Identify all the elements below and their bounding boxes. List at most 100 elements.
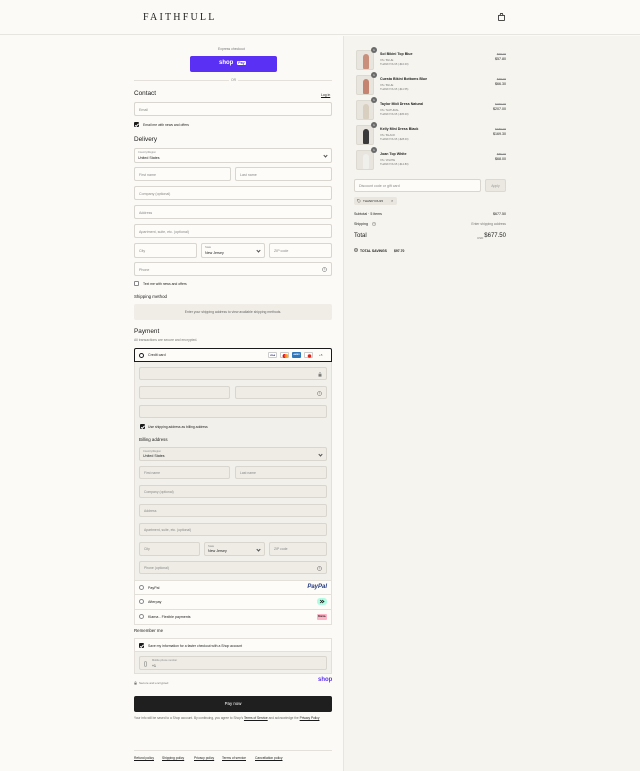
billing-apartment-field[interactable]: Apartment, suite, etc. (optional)	[139, 523, 327, 536]
pay-now-button[interactable]: Pay now	[134, 696, 332, 712]
first-name-field[interactable]: First name	[134, 167, 231, 181]
quantity-badge: 1	[371, 97, 377, 103]
svg-text:?: ?	[324, 268, 326, 272]
product-image	[356, 100, 374, 120]
apply-button[interactable]: Apply	[485, 179, 506, 192]
klarna-option[interactable]: Klarna - Flexible payments Klarna.	[134, 610, 332, 625]
billing-state-label: State	[208, 544, 215, 548]
shop-logo: shop	[318, 677, 333, 683]
newsletter-checkbox[interactable]	[134, 122, 139, 127]
item-variant: XS / BLUE	[380, 58, 394, 62]
remove-discount-icon[interactable]: ×	[391, 198, 393, 203]
save-info-option[interactable]: Save my information for a faster checkou…	[134, 638, 332, 652]
state-select[interactable]: State New Jersey	[201, 243, 265, 258]
state-value: New Jersey	[205, 250, 224, 255]
paypal-radio[interactable]	[139, 585, 144, 590]
express-checkout-label: Express checkout	[218, 47, 245, 51]
billing-phone-field[interactable]: Phone (optional) ?	[139, 561, 327, 574]
refund-policy-link[interactable]: Refund policy	[134, 756, 154, 760]
country-label: Country/Region	[138, 150, 157, 154]
address-field[interactable]: Address	[134, 205, 332, 219]
email-field[interactable]: Email	[134, 102, 332, 116]
quantity-badge: 1	[371, 72, 377, 78]
paypal-logo: PayPal	[307, 584, 327, 590]
zip-field[interactable]: ZIP code	[269, 243, 332, 258]
name-on-card-field[interactable]	[139, 405, 327, 418]
savings-label: TOTAL SAVINGS	[360, 248, 387, 253]
item-discount: THANKYOU15 (-$12.80)	[380, 163, 409, 166]
item-discount: THANKYOU15 (-$11.55)	[380, 88, 409, 91]
billing-city-field[interactable]: City	[139, 542, 200, 556]
secure-text: Secure and encrypted	[139, 681, 169, 685]
city-field[interactable]: City	[134, 243, 197, 258]
shopping-bag-icon[interactable]	[498, 13, 505, 21]
billing-zip-field[interactable]: ZIP code	[269, 542, 327, 556]
company-field[interactable]: Company (optional)	[134, 186, 332, 200]
paypal-option[interactable]: PayPal PayPal	[134, 580, 332, 595]
shop-pay-badge: Pay	[237, 61, 246, 65]
billing-state-value: New Jersey	[208, 549, 227, 553]
billing-phone-placeholder: Phone (optional)	[144, 566, 169, 570]
item-discount: THANKYOU15 (-$28.00)	[380, 138, 409, 141]
quantity-badge: 1	[371, 147, 377, 153]
privacy-policy-link[interactable]: Privacy policy	[194, 756, 214, 760]
item-name: Taylor Midi Dress Natural	[380, 102, 424, 106]
use-shipping-checkbox[interactable]	[140, 424, 145, 429]
privacy-link[interactable]: Privacy Policy	[300, 716, 320, 720]
billing-country-select[interactable]: Country/Region United States	[139, 447, 327, 461]
billing-apartment-placeholder: Apartment, suite, etc. (optional)	[144, 528, 192, 532]
help-icon[interactable]: ?	[322, 267, 327, 272]
credit-card-radio[interactable]	[139, 352, 144, 358]
apartment-field[interactable]: Apartment, suite, etc. (optional)	[134, 224, 332, 238]
billing-last-name-field[interactable]: Last name	[235, 466, 327, 479]
mobile-panel: Mobile phone number +1	[134, 652, 332, 674]
phone-placeholder: Phone	[139, 267, 150, 272]
billing-state-select[interactable]: State New Jersey	[204, 542, 265, 556]
expiration-field[interactable]	[139, 386, 230, 399]
country-select[interactable]: Country/Region United States	[134, 148, 332, 163]
mobile-phone-label: Mobile phone number	[152, 658, 178, 662]
help-icon[interactable]: ?	[372, 222, 376, 226]
mobile-phone-field[interactable]: Mobile phone number +1	[139, 656, 327, 670]
shop-pay-wordmark: shop	[219, 60, 234, 66]
subtotal-label: Subtotal · 5 items	[354, 212, 382, 216]
login-link[interactable]: Log in	[321, 93, 330, 97]
billing-address-field[interactable]: Address	[139, 504, 327, 517]
afterpay-logo-icon	[317, 598, 327, 605]
afterpay-option[interactable]: Afterpay	[134, 595, 332, 610]
afterpay-radio[interactable]	[139, 599, 144, 604]
country-value: United States	[138, 155, 160, 160]
item-variant: XS / BLACK	[380, 133, 396, 137]
sms-checkbox[interactable]	[134, 281, 139, 286]
chevron-down-icon	[256, 248, 261, 253]
credit-card-option[interactable]: Credit card VISA AMEX +5	[134, 348, 332, 362]
help-icon[interactable]: ?	[317, 390, 322, 396]
save-info-checkbox[interactable]	[139, 643, 144, 648]
paypal-label: PayPal	[148, 585, 160, 590]
shop-pay-button[interactable]: shop Pay	[190, 56, 277, 72]
order-summary: 1 Sol Bikini Top Blue XS / BLUE THANKYOU…	[343, 36, 640, 771]
shipping-value: Enter shipping address	[471, 222, 506, 226]
billing-company-field[interactable]: Company (optional)	[139, 485, 327, 498]
klarna-radio[interactable]	[139, 614, 144, 619]
or-divider-label: OR	[229, 78, 239, 83]
last-name-placeholder: Last name	[240, 172, 257, 177]
terms-link[interactable]: Terms of Service	[244, 716, 268, 720]
lock-icon	[318, 371, 322, 377]
card-number-field[interactable]	[139, 367, 327, 380]
billing-first-name-field[interactable]: First name	[139, 466, 230, 479]
delivery-heading: Delivery	[134, 136, 158, 143]
item-name: Kelly Mini Dress Black	[380, 127, 419, 131]
discount-code-field[interactable]: Discount code or gift card	[354, 179, 481, 192]
shipping-policy-link[interactable]: Shipping policy	[162, 756, 184, 760]
phone-field[interactable]: Phone ?	[134, 262, 332, 276]
mobile-phone-value: +1	[152, 663, 156, 668]
brand-logo[interactable]: FAITHFULL	[143, 12, 217, 23]
security-code-field[interactable]: ?	[235, 386, 327, 399]
help-icon[interactable]: ?	[317, 565, 322, 571]
item-discount: THANKYOU15 (-$10.00)	[380, 63, 409, 66]
item-original-price: $269.00	[495, 102, 506, 106]
last-name-field[interactable]: Last name	[235, 167, 332, 181]
cancellation-policy-link[interactable]: Cancellation policy	[255, 756, 283, 760]
terms-of-service-link[interactable]: Terms of service	[222, 756, 246, 760]
